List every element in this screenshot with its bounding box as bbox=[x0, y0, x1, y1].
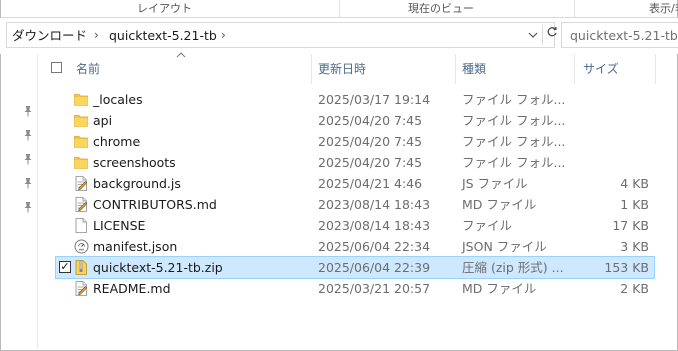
file-row[interactable]: README.md 2025/03/21 20:57 MD ファイル 2 KB bbox=[56, 278, 654, 299]
column-header-type[interactable]: 種類 bbox=[462, 54, 486, 84]
file-type: MD ファイル bbox=[462, 197, 537, 212]
file-row[interactable]: LICENSE 2023/08/14 18:43 ファイル 17 KB bbox=[56, 215, 654, 236]
ribbon-group-show-hide: 表示/非 bbox=[649, 2, 678, 15]
column-divider[interactable] bbox=[574, 54, 575, 84]
file-size: 4 KB bbox=[620, 176, 649, 191]
breadcrumb-chevron-icon[interactable]: › bbox=[221, 28, 226, 43]
file-name: chrome bbox=[93, 134, 141, 149]
blank-file-icon bbox=[74, 218, 88, 233]
chevron-down-icon[interactable] bbox=[526, 28, 540, 44]
file-modified-date: 2025/04/20 7:45 bbox=[318, 113, 423, 128]
file-modified-date: 2025/06/04 22:34 bbox=[318, 239, 431, 254]
column-header-name[interactable]: 名前 bbox=[76, 54, 100, 84]
file-name: api bbox=[93, 113, 113, 128]
breadcrumb-downloads[interactable]: ダウンロード bbox=[12, 28, 87, 43]
pin-icon[interactable] bbox=[23, 126, 33, 141]
pin-icon[interactable] bbox=[23, 102, 33, 117]
column-divider[interactable] bbox=[655, 54, 656, 84]
ribbon-group-labels: レイアウト 現在のビュー 表示/非 bbox=[1, 0, 678, 18]
search-box[interactable] bbox=[561, 22, 678, 48]
file-name: LICENSE bbox=[93, 218, 146, 233]
address-bar-row: ダウンロード › quicktext-5.21-tb › bbox=[0, 18, 678, 54]
folder-icon bbox=[74, 113, 88, 128]
file-modified-date: 2025/04/20 7:45 bbox=[318, 134, 423, 149]
file-row[interactable]: CONTRIBUTORS.md 2023/08/14 18:43 MD ファイル 1 … bbox=[56, 194, 654, 215]
pin-icon[interactable] bbox=[23, 150, 33, 165]
column-header-date[interactable]: 更新日時 bbox=[318, 54, 366, 84]
file-row[interactable]: manifest.json 2025/06/04 22:34 JSON ファイル 3 … bbox=[56, 236, 654, 257]
ribbon-divider bbox=[574, 0, 575, 17]
file-type: JSON ファイル bbox=[462, 239, 547, 254]
breadcrumb-chevron-icon[interactable]: › bbox=[94, 28, 99, 43]
file-type: ファイル フォル... bbox=[462, 155, 566, 170]
pin-icon[interactable] bbox=[23, 198, 33, 213]
text-file-icon bbox=[74, 197, 88, 212]
file-row[interactable]: background.js 2025/04/21 4:46 JS ファイル 4 KB bbox=[56, 173, 654, 194]
column-divider[interactable] bbox=[455, 54, 456, 84]
folder-icon bbox=[74, 92, 88, 107]
script-file-icon bbox=[74, 176, 88, 191]
file-modified-date: 2025/03/21 20:57 bbox=[318, 281, 431, 296]
file-row-selected[interactable]: ✓ quicktext-5.21-tb.zip 2025/06/04 22:39 圧縮… bbox=[55, 256, 655, 279]
breadcrumb-current-folder[interactable]: quicktext-5.21-tb bbox=[109, 28, 217, 43]
navigation-pane[interactable] bbox=[1, 54, 38, 349]
file-modified-date: 2025/04/20 7:45 bbox=[318, 155, 423, 170]
search-input[interactable] bbox=[562, 23, 678, 47]
file-modified-date: 2025/03/17 19:14 bbox=[318, 92, 431, 107]
ribbon-group-current-view: 現在のビュー bbox=[408, 2, 474, 15]
ribbon-divider bbox=[339, 0, 340, 17]
file-type: ファイル フォル... bbox=[462, 92, 566, 107]
column-header-size[interactable]: サイズ bbox=[583, 54, 619, 84]
file-row[interactable]: chrome 2025/04/20 7:45 ファイル フォル... bbox=[56, 131, 654, 152]
ribbon-group-layout: レイアウト bbox=[137, 2, 192, 15]
file-size: 2 KB bbox=[620, 281, 649, 296]
row-checkbox[interactable]: ✓ bbox=[59, 261, 71, 273]
file-name: README.md bbox=[93, 281, 171, 296]
pin-icon[interactable] bbox=[23, 174, 33, 189]
file-name: screenshoots bbox=[93, 155, 176, 170]
folder-icon bbox=[74, 155, 88, 170]
file-size: 3 KB bbox=[620, 239, 649, 254]
column-divider[interactable] bbox=[311, 54, 312, 84]
address-bar[interactable]: ダウンロード › quicktext-5.21-tb › bbox=[6, 22, 557, 48]
file-type: 圧縮 (zip 形式) ... bbox=[462, 260, 564, 275]
file-name: quicktext-5.21-tb.zip bbox=[93, 260, 223, 275]
file-row[interactable]: api 2025/04/20 7:45 ファイル フォル... bbox=[56, 110, 654, 131]
text-file-icon bbox=[74, 281, 88, 296]
folder-icon bbox=[74, 134, 88, 149]
file-modified-date: 2023/08/14 18:43 bbox=[318, 197, 431, 212]
file-name: manifest.json bbox=[93, 239, 178, 254]
file-modified-date: 2025/04/21 4:46 bbox=[318, 176, 423, 191]
file-name: _locales bbox=[93, 92, 143, 107]
file-name: background.js bbox=[93, 176, 181, 191]
file-size: 1 KB bbox=[620, 197, 649, 212]
file-modified-date: 2023/08/14 18:43 bbox=[318, 218, 431, 233]
file-type: ファイル フォル... bbox=[462, 134, 566, 149]
file-type: MD ファイル bbox=[462, 281, 537, 296]
json-file-icon bbox=[74, 239, 89, 254]
file-row[interactable]: _locales 2025/03/17 19:14 ファイル フォル... bbox=[56, 89, 654, 110]
zip-file-icon bbox=[74, 260, 88, 275]
file-size: 17 KB bbox=[612, 218, 649, 233]
refresh-icon[interactable] bbox=[542, 25, 561, 45]
file-type: ファイル フォル... bbox=[462, 113, 566, 128]
file-size: 153 KB bbox=[604, 260, 649, 275]
file-type: JS ファイル bbox=[462, 176, 528, 191]
file-type: ファイル bbox=[462, 218, 513, 233]
file-name: CONTRIBUTORS.md bbox=[93, 197, 217, 212]
file-row[interactable]: screenshoots 2025/04/20 7:45 ファイル フォル... bbox=[56, 152, 654, 173]
file-modified-date: 2025/06/04 22:39 bbox=[318, 260, 431, 275]
